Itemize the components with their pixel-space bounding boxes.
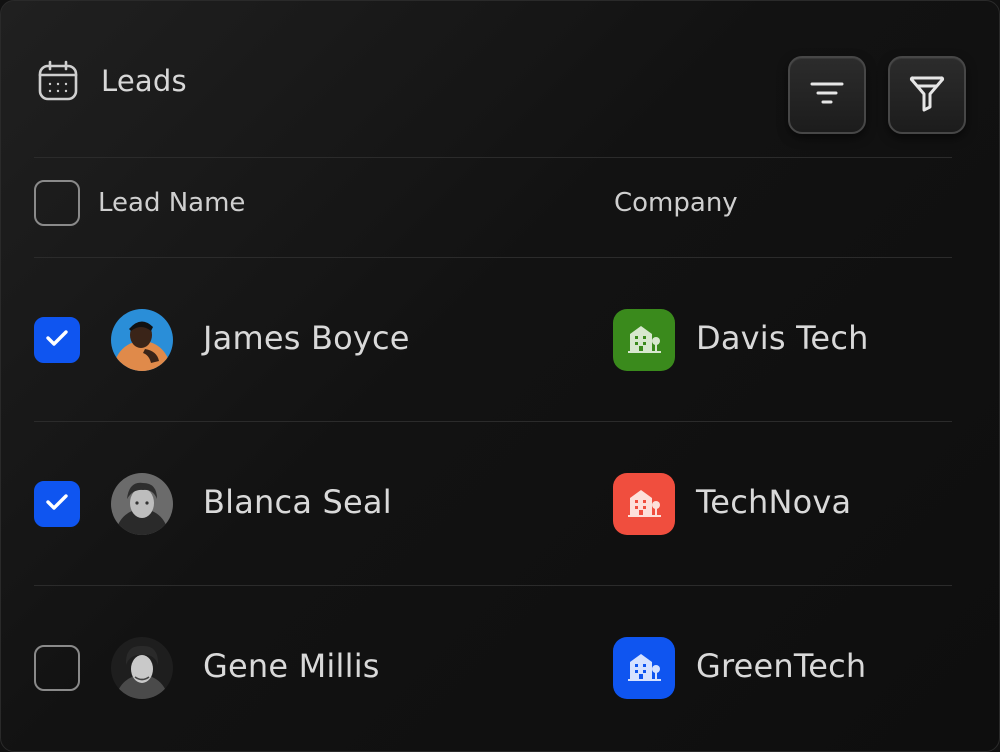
table-row[interactable]: Blanca Seal TechNova — [34, 473, 952, 535]
company-logo — [613, 309, 675, 371]
lead-name: Gene Millis — [203, 647, 380, 685]
table-row[interactable]: Gene Millis GreenTech — [34, 637, 952, 699]
filter-button[interactable] — [888, 56, 966, 134]
divider — [34, 421, 952, 422]
checkmark-icon — [45, 328, 69, 352]
funnel-icon — [909, 73, 945, 117]
company-name: GreenTech — [696, 647, 867, 685]
avatar — [111, 473, 173, 535]
building-icon — [627, 650, 661, 686]
table-row[interactable]: James Boyce Davis Tech — [34, 309, 952, 371]
building-icon — [627, 322, 661, 358]
sort-button[interactable] — [788, 56, 866, 134]
row-checkbox[interactable] — [34, 481, 80, 527]
leads-card: Leads Lead Name Company James Boyce Davi… — [0, 0, 1000, 752]
table-header: Lead Name Company — [34, 180, 952, 228]
avatar — [111, 309, 173, 371]
company-logo — [613, 637, 675, 699]
building-icon — [627, 486, 661, 522]
row-checkbox[interactable] — [34, 645, 80, 691]
avatar — [111, 637, 173, 699]
lead-name: James Boyce — [203, 319, 410, 357]
company-name: TechNova — [696, 483, 852, 521]
page-title: Leads — [101, 64, 187, 98]
column-header-company: Company — [614, 188, 738, 218]
checkmark-icon — [45, 492, 69, 516]
company-logo — [613, 473, 675, 535]
calendar-icon — [35, 58, 81, 104]
divider — [34, 585, 952, 586]
divider — [34, 257, 952, 258]
company-name: Davis Tech — [696, 319, 869, 357]
select-all-checkbox[interactable] — [34, 180, 80, 226]
lead-name: Blanca Seal — [203, 483, 392, 521]
sort-lines-icon — [809, 78, 845, 112]
column-header-lead-name: Lead Name — [98, 188, 246, 218]
card-header: Leads — [35, 57, 187, 105]
row-checkbox[interactable] — [34, 317, 80, 363]
divider — [34, 157, 952, 158]
